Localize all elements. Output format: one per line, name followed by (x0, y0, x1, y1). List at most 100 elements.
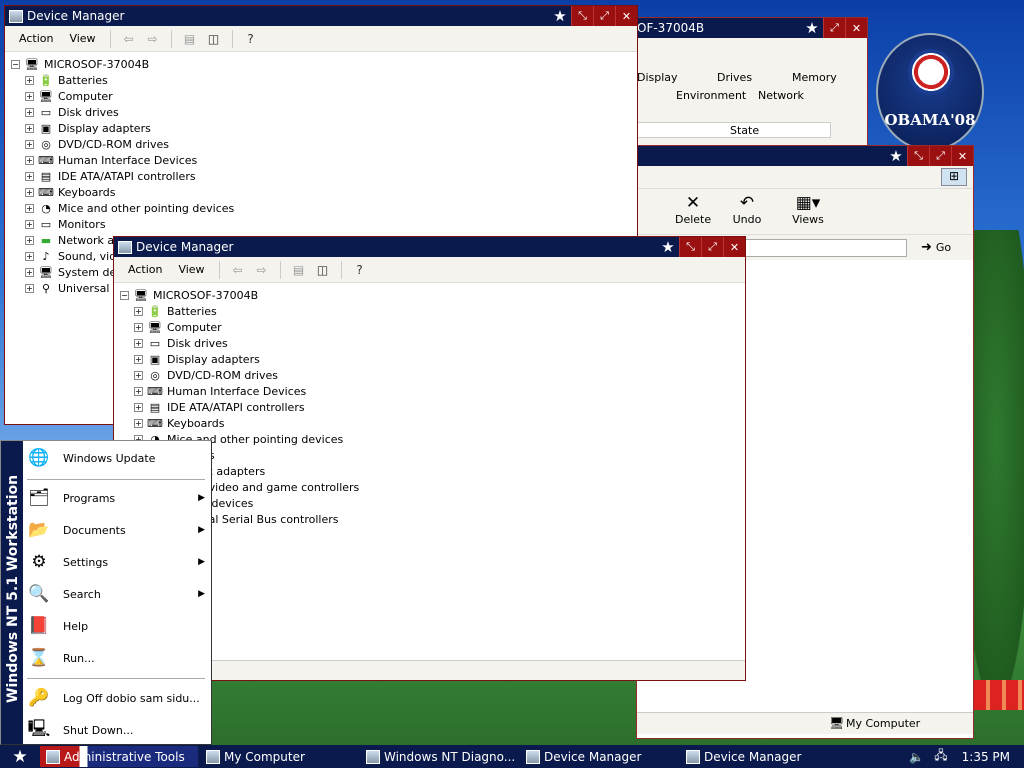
minimize-button[interactable]: ⤡ (571, 6, 593, 26)
obama-badge[interactable]: OBAMA'08 (876, 33, 984, 151)
taskbar-item-device-manager-1[interactable]: Device Manager (520, 746, 678, 767)
collapse-icon[interactable]: − (120, 290, 129, 300)
tab-environment[interactable]: Environment (676, 89, 746, 102)
expand-icon[interactable]: + (25, 171, 34, 181)
tree-node-computer[interactable]: + 🖥 Computer (11, 88, 637, 104)
menu-item-search[interactable]: 🔍 Search ▶ (25, 579, 207, 609)
diagnostics-window[interactable]: OF-37004B ★ ⤢ ✕ Display Drives Memory En… (626, 17, 868, 152)
tree-node-disk-drives[interactable]: + ▭ Disk drives (11, 104, 637, 120)
tree-node-computer[interactable]: + 🖥 Computer (120, 319, 745, 335)
tree-node-batteries[interactable]: + 🔋 Batteries (11, 72, 637, 88)
expand-icon[interactable]: + (134, 370, 143, 380)
device-manager-titlebar-2[interactable]: Device Manager ★ ⤡ ⤢ ✕ (114, 237, 745, 257)
expand-icon[interactable]: + (25, 155, 34, 165)
expand-icon[interactable]: + (134, 338, 143, 348)
expand-icon[interactable]: + (25, 107, 34, 117)
menu-item-settings[interactable]: ⚙ Settings ▶ (25, 547, 207, 577)
restore-button[interactable]: ⤢ (701, 237, 723, 257)
tree-node-disk-drives[interactable]: + ▭ Disk drives (120, 335, 745, 351)
close-button[interactable]: ✕ (723, 237, 745, 257)
tab-display[interactable]: Display (637, 71, 678, 84)
my-computer-titlebar[interactable]: ★ ⤡ ⤢ ✕ (637, 146, 973, 166)
close-button[interactable]: ✕ (615, 6, 637, 26)
expand-icon[interactable]: + (25, 203, 34, 213)
restore-button[interactable]: ⤢ (823, 18, 845, 38)
menu-item-log-off[interactable]: 🔑 Log Off dobio sam sidu... (25, 683, 207, 713)
tab-network[interactable]: Network (758, 89, 804, 102)
tree-node-monitors[interactable]: +▭Monitors (11, 216, 637, 232)
menu-action[interactable]: Action (120, 263, 170, 276)
expand-icon[interactable]: + (134, 306, 143, 316)
tree-node-hid[interactable]: + ⌨ Human Interface Devices (120, 383, 745, 399)
expand-icon[interactable]: + (25, 75, 34, 85)
menu-item-run[interactable]: ⌛ Run... (25, 643, 207, 673)
tree-node-network[interactable]: +▬Network adapters (120, 463, 745, 479)
taskbar-item-nt-diagnostics[interactable]: Windows NT Diagno... (360, 746, 518, 767)
forward-icon[interactable]: ⇨ (144, 31, 162, 47)
taskbar-item-device-manager-2[interactable]: Device Manager (680, 746, 838, 767)
restore-button[interactable]: ⤢ (929, 146, 951, 166)
help-icon[interactable]: ? (351, 262, 369, 278)
tree-node-monitors[interactable]: +▭Monitors (120, 447, 745, 463)
tree-node-mice[interactable]: + ◔ Mice and other pointing devices (120, 431, 745, 447)
expand-icon[interactable]: + (25, 91, 34, 101)
device-manager-titlebar-1[interactable]: Device Manager ★ ⤡ ⤢ ✕ (5, 6, 637, 26)
tree-node-system[interactable]: +🖥System devices (120, 495, 745, 511)
back-icon[interactable]: ⇦ (229, 262, 247, 278)
forward-icon[interactable]: ⇨ (253, 262, 271, 278)
tree-node-usb[interactable]: +⚲Universal Serial Bus controllers (120, 511, 745, 527)
expand-icon[interactable]: + (134, 354, 143, 364)
expand-icon[interactable]: + (25, 283, 34, 293)
go-button[interactable]: ➜ Go (921, 240, 951, 255)
menu-item-programs[interactable]: 🗂 Programs ▶ (25, 483, 207, 513)
menu-item-help[interactable]: 📕 Help (25, 611, 207, 641)
tree-node-hid[interactable]: + ⌨ Human Interface Devices (11, 152, 637, 168)
expand-icon[interactable]: + (134, 322, 143, 332)
tree-node-dvd-cd-rom[interactable]: + ◎ DVD/CD-ROM drives (11, 136, 637, 152)
minimize-button[interactable]: ⤡ (679, 237, 701, 257)
menu-item-shut-down[interactable]: 🖳 Shut Down... (25, 715, 207, 745)
tree-root[interactable]: − 🖥 MICROSOF-37004B (11, 56, 637, 72)
expand-icon[interactable]: + (25, 219, 34, 229)
expand-icon[interactable]: + (134, 418, 143, 428)
start-button[interactable]: ★ (0, 745, 40, 768)
tree-node-display-adapters[interactable]: + ▣ Display adapters (120, 351, 745, 367)
tab-memory[interactable]: Memory (792, 71, 837, 84)
diagnostics-titlebar[interactable]: OF-37004B ★ ⤢ ✕ (627, 18, 867, 38)
tree-node-keyboards[interactable]: + ⌨ Keyboards (11, 184, 637, 200)
views-button[interactable]: ▦▾ Views (787, 193, 829, 226)
tree-node-ide[interactable]: + ▤ IDE ATA/ATAPI controllers (120, 399, 745, 415)
menu-view[interactable]: View (170, 263, 212, 276)
help-icon[interactable]: ? (242, 31, 260, 47)
tree-node-ide[interactable]: + ▤ IDE ATA/ATAPI controllers (11, 168, 637, 184)
folder-icon[interactable]: ▤ (290, 262, 308, 278)
back-icon[interactable]: ⇦ (120, 31, 138, 47)
taskbar-item-my-computer[interactable]: My Computer (200, 746, 358, 767)
expand-icon[interactable]: + (134, 386, 143, 396)
menu-view[interactable]: View (61, 32, 103, 45)
expand-icon[interactable]: + (134, 402, 143, 412)
tree-node-keyboards[interactable]: + ⌨ Keyboards (120, 415, 745, 431)
undo-button[interactable]: ↶ Undo (729, 193, 765, 226)
menu-item-documents[interactable]: 📂 Documents ▶ (25, 515, 207, 545)
tree-node-dvd-cd-rom[interactable]: + ◎ DVD/CD-ROM drives (120, 367, 745, 383)
menu-action[interactable]: Action (11, 32, 61, 45)
col-state[interactable]: State (730, 124, 759, 137)
folder-icon[interactable]: ▤ (181, 31, 199, 47)
expand-icon[interactable]: + (25, 235, 34, 245)
expand-icon[interactable]: + (25, 139, 34, 149)
expand-icon[interactable]: + (25, 267, 34, 277)
close-button[interactable]: ✕ (951, 146, 973, 166)
show-hide-tree-icon[interactable]: ◫ (205, 31, 223, 47)
tree-root[interactable]: − 🖥 MICROSOF-37004B (120, 287, 745, 303)
close-button[interactable]: ✕ (845, 18, 867, 38)
tab-drives[interactable]: Drives (717, 71, 752, 84)
collapse-icon[interactable]: − (11, 59, 20, 69)
expand-icon[interactable]: + (25, 251, 34, 261)
taskbar-item-administrative-tools[interactable]: Administrative Tools (40, 746, 198, 767)
clock[interactable]: 1:35 PM (962, 750, 1010, 764)
tree-node-display-adapters[interactable]: + ▣ Display adapters (11, 120, 637, 136)
show-hide-tree-icon[interactable]: ◫ (314, 262, 332, 278)
network-tray-icon[interactable]: 🖧 (934, 746, 947, 767)
minimize-button[interactable]: ⤡ (907, 146, 929, 166)
